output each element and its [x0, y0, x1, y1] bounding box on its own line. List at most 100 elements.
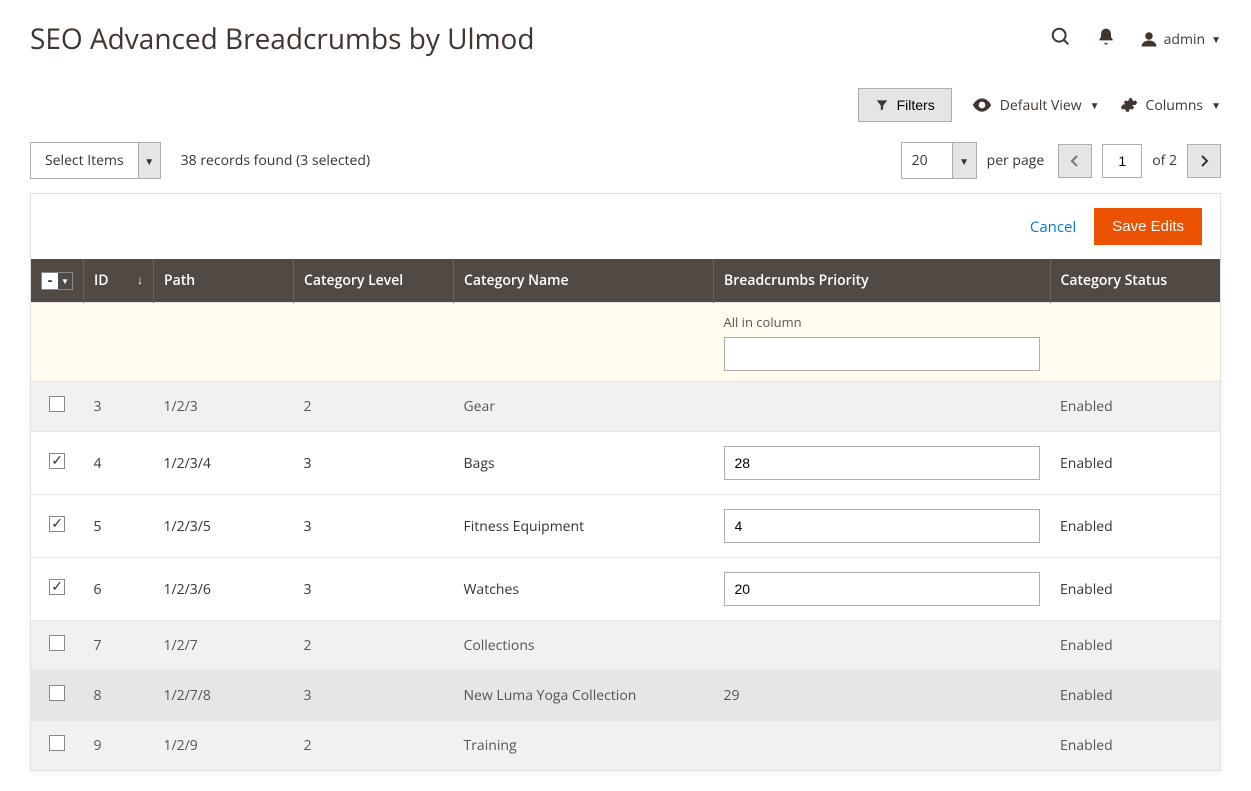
- sort-asc-icon: ↓: [137, 271, 143, 288]
- priority-input[interactable]: [724, 572, 1041, 606]
- cell-status: Enabled: [1050, 721, 1220, 771]
- eye-icon: [972, 98, 992, 112]
- row-checkbox[interactable]: [49, 396, 65, 412]
- filter-icon: [875, 98, 889, 112]
- table-row[interactable]: 51/2/3/53Fitness Equipment Enabled: [31, 495, 1220, 558]
- cell-name: Bags: [454, 432, 714, 495]
- prev-page-button[interactable]: [1058, 144, 1092, 178]
- table-row[interactable]: 61/2/3/63WatchesEnabled: [31, 558, 1220, 621]
- chevron-left-icon: [1070, 154, 1080, 168]
- cell-level: 3: [294, 671, 454, 721]
- cell-priority: [714, 621, 1051, 671]
- cell-id: 9: [84, 721, 154, 771]
- user-name: admin: [1164, 30, 1205, 49]
- column-header-status[interactable]: Category Status: [1050, 259, 1220, 303]
- page-input[interactable]: [1102, 144, 1142, 178]
- column-header-checkbox[interactable]: - ▼: [31, 259, 84, 303]
- cell-path: 1/2/3/6: [154, 558, 294, 621]
- cell-name: Gear: [454, 382, 714, 432]
- default-view-label: Default View: [1000, 96, 1082, 115]
- column-header-priority[interactable]: Breadcrumbs Priority: [714, 259, 1051, 303]
- cell-priority: [714, 495, 1051, 558]
- cell-priority: 29: [714, 671, 1051, 721]
- page-size-value: 20: [902, 143, 952, 178]
- cell-priority: [714, 382, 1051, 432]
- cell-level: 2: [294, 721, 454, 771]
- per-page-label: per page: [987, 151, 1045, 170]
- cell-path: 1/2/7/8: [154, 671, 294, 721]
- caret-down-icon: ▼: [138, 143, 160, 178]
- cell-name: Fitness Equipment: [454, 495, 714, 558]
- user-icon: [1140, 30, 1158, 48]
- cancel-button[interactable]: Cancel: [1030, 217, 1076, 237]
- cell-status: Enabled: [1050, 671, 1220, 721]
- columns-label: Columns: [1146, 96, 1204, 115]
- select-items-dropdown[interactable]: Select Items ▼: [30, 142, 161, 179]
- of-label: of 2: [1152, 151, 1177, 170]
- cell-status: Enabled: [1050, 382, 1220, 432]
- row-checkbox[interactable]: [49, 735, 65, 751]
- cell-path: 1/2/3/5: [154, 495, 294, 558]
- priority-input[interactable]: [724, 509, 1041, 543]
- cell-id: 4: [84, 432, 154, 495]
- gear-icon: [1120, 96, 1138, 114]
- cell-level: 3: [294, 432, 454, 495]
- filters-label: Filters: [897, 97, 935, 113]
- cell-name: Collections: [454, 621, 714, 671]
- priority-input[interactable]: [724, 446, 1041, 480]
- row-checkbox[interactable]: [49, 635, 65, 651]
- row-checkbox[interactable]: [49, 685, 65, 701]
- cell-level: 3: [294, 495, 454, 558]
- row-checkbox[interactable]: [49, 516, 65, 532]
- table-row[interactable]: 71/2/72CollectionsEnabled: [31, 621, 1220, 671]
- column-header-level[interactable]: Category Level: [294, 259, 454, 303]
- indeterminate-icon: -: [42, 274, 58, 288]
- save-edits-button[interactable]: Save Edits: [1094, 208, 1202, 245]
- caret-down-icon: ▼: [1211, 32, 1221, 46]
- table-row[interactable]: 41/2/3/43Bags Enabled: [31, 432, 1220, 495]
- page-title: SEO Advanced Breadcrumbs by Ulmod: [30, 20, 535, 58]
- search-icon[interactable]: [1050, 26, 1072, 53]
- cell-id: 6: [84, 558, 154, 621]
- column-header-id[interactable]: ID ↓: [84, 259, 154, 303]
- table-row[interactable]: 31/2/32GearEnabled: [31, 382, 1220, 432]
- cell-status: Enabled: [1050, 495, 1220, 558]
- row-checkbox[interactable]: [49, 453, 65, 469]
- all-in-column-label: All in column: [724, 313, 1041, 331]
- cell-name: Training: [454, 721, 714, 771]
- records-found: 38 records found (3 selected): [181, 151, 370, 170]
- cell-id: 3: [84, 382, 154, 432]
- cell-status: Enabled: [1050, 558, 1220, 621]
- caret-down-icon: ▼: [952, 143, 976, 178]
- table-row[interactable]: 81/2/7/83New Luma Yoga Collection29Enabl…: [31, 671, 1220, 721]
- default-view-menu[interactable]: Default View ▼: [972, 96, 1100, 115]
- next-page-button[interactable]: [1187, 144, 1221, 178]
- cell-id: 5: [84, 495, 154, 558]
- user-menu[interactable]: admin ▼: [1140, 30, 1221, 49]
- cell-name: New Luma Yoga Collection: [454, 671, 714, 721]
- cell-path: 1/2/9: [154, 721, 294, 771]
- table-row[interactable]: 91/2/92Training Enabled: [31, 721, 1220, 771]
- cell-path: 1/2/3: [154, 382, 294, 432]
- column-header-path[interactable]: Path: [154, 259, 294, 303]
- caret-down-icon: ▼: [1211, 98, 1221, 112]
- cell-path: 1/2/3/4: [154, 432, 294, 495]
- cell-status: Enabled: [1050, 432, 1220, 495]
- page-size-dropdown[interactable]: 20 ▼: [901, 142, 977, 179]
- filters-button[interactable]: Filters: [858, 88, 952, 122]
- cell-id: 8: [84, 671, 154, 721]
- cell-priority: [714, 558, 1051, 621]
- columns-menu[interactable]: Columns ▼: [1120, 96, 1222, 115]
- cell-level: 2: [294, 621, 454, 671]
- chevron-right-icon: [1199, 154, 1209, 168]
- cell-status: Enabled: [1050, 621, 1220, 671]
- all-in-column-input[interactable]: [724, 337, 1041, 371]
- cell-id: 7: [84, 621, 154, 671]
- cell-name: Watches: [454, 558, 714, 621]
- row-checkbox[interactable]: [49, 579, 65, 595]
- bell-icon[interactable]: [1096, 27, 1116, 52]
- column-header-name[interactable]: Category Name: [454, 259, 714, 303]
- cell-priority: [714, 432, 1051, 495]
- cell-priority: [714, 721, 1051, 771]
- select-items-label: Select Items: [31, 143, 138, 178]
